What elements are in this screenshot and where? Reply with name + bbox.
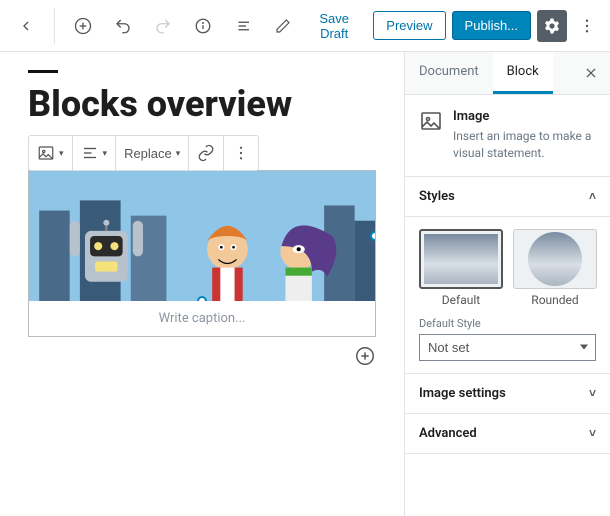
- default-style-select[interactable]: Not set: [419, 334, 596, 361]
- block-toolbar: ▾ ▾ Replace ▾: [28, 135, 259, 171]
- outline-button[interactable]: [225, 8, 261, 44]
- block-card-title: Image: [453, 109, 596, 124]
- close-icon: [584, 66, 598, 80]
- block-type-button[interactable]: ▾: [29, 136, 72, 170]
- image-caption-input[interactable]: Write caption...: [29, 301, 375, 336]
- undo-button[interactable]: [105, 8, 141, 44]
- plus-circle-icon: [73, 16, 93, 36]
- redo-button[interactable]: [145, 8, 181, 44]
- chevron-down-icon: ▾: [176, 148, 181, 159]
- edit-mode-button[interactable]: [265, 8, 301, 44]
- redo-icon: [154, 17, 172, 35]
- divider: [54, 8, 55, 44]
- resize-handle-right[interactable]: [370, 231, 375, 241]
- block-card: Image Insert an image to make a visual s…: [405, 95, 610, 177]
- style-label: Default: [419, 293, 503, 307]
- resize-handle-bottom[interactable]: [197, 296, 207, 301]
- info-icon: [194, 17, 212, 35]
- chevron-down-icon: ▾: [59, 148, 64, 159]
- save-draft-button[interactable]: Save Draft: [301, 5, 367, 47]
- editor-topbar: Save Draft Preview Publish...: [0, 0, 610, 52]
- panel-advanced-header[interactable]: Advanced ˅: [405, 414, 610, 454]
- chevron-down-icon: ˅: [589, 426, 596, 440]
- style-label: Rounded: [513, 293, 597, 307]
- topbar-left: [8, 8, 301, 44]
- back-button[interactable]: [8, 8, 44, 44]
- inline-inserter[interactable]: [354, 345, 376, 367]
- link-icon: [197, 144, 215, 162]
- main-area: Blocks overview ▾ ▾ Replace ▾: [0, 52, 610, 516]
- more-vertical-icon: [232, 144, 250, 162]
- list-icon: [234, 17, 252, 35]
- topbar-right: Save Draft Preview Publish...: [301, 5, 602, 47]
- align-button[interactable]: ▾: [73, 136, 116, 170]
- title-accent: [28, 70, 58, 73]
- chevron-down-icon: ˅: [589, 386, 596, 400]
- pencil-icon: [275, 18, 291, 34]
- style-option-default[interactable]: Default: [419, 229, 503, 307]
- block-more-button[interactable]: [224, 136, 258, 170]
- chevron-left-icon: [18, 18, 34, 34]
- settings-sidebar: Document Block Image Insert an image to …: [404, 52, 610, 516]
- panel-styles-header[interactable]: Styles ˄: [405, 177, 610, 217]
- close-sidebar-button[interactable]: [572, 56, 610, 90]
- default-style-label: Default Style: [419, 317, 596, 330]
- publish-button[interactable]: Publish...: [452, 11, 531, 40]
- editor-canvas[interactable]: Blocks overview ▾ ▾ Replace ▾: [0, 52, 404, 516]
- replace-button[interactable]: Replace ▾: [116, 136, 188, 170]
- add-block-button[interactable]: [65, 8, 101, 44]
- link-button[interactable]: [189, 136, 223, 170]
- chevron-down-icon: ▾: [103, 148, 108, 159]
- image-content[interactable]: [29, 171, 375, 301]
- chevron-up-icon: ˄: [589, 189, 596, 203]
- panel-styles-body: Default Rounded Default Style Not set: [405, 217, 610, 374]
- settings-button[interactable]: [537, 10, 566, 42]
- tab-block[interactable]: Block: [493, 52, 553, 94]
- align-icon: [81, 144, 99, 162]
- cartoon-image: [29, 171, 375, 301]
- more-vertical-icon: [578, 17, 596, 35]
- sidebar-tabs: Document Block: [405, 52, 610, 95]
- more-menu-button[interactable]: [573, 8, 602, 44]
- gear-icon: [543, 17, 561, 35]
- panel-image-settings-header[interactable]: Image settings ˅: [405, 374, 610, 414]
- info-button[interactable]: [185, 8, 221, 44]
- tab-document[interactable]: Document: [405, 52, 493, 94]
- post-title[interactable]: Blocks overview: [28, 83, 376, 125]
- undo-icon: [114, 17, 132, 35]
- image-icon: [419, 109, 443, 133]
- block-card-description: Insert an image to make a visual stateme…: [453, 128, 596, 162]
- image-block[interactable]: Write caption...: [28, 170, 376, 337]
- plus-circle-icon: [354, 345, 376, 367]
- image-icon: [37, 144, 55, 162]
- style-option-rounded[interactable]: Rounded: [513, 229, 597, 307]
- preview-button[interactable]: Preview: [373, 11, 445, 40]
